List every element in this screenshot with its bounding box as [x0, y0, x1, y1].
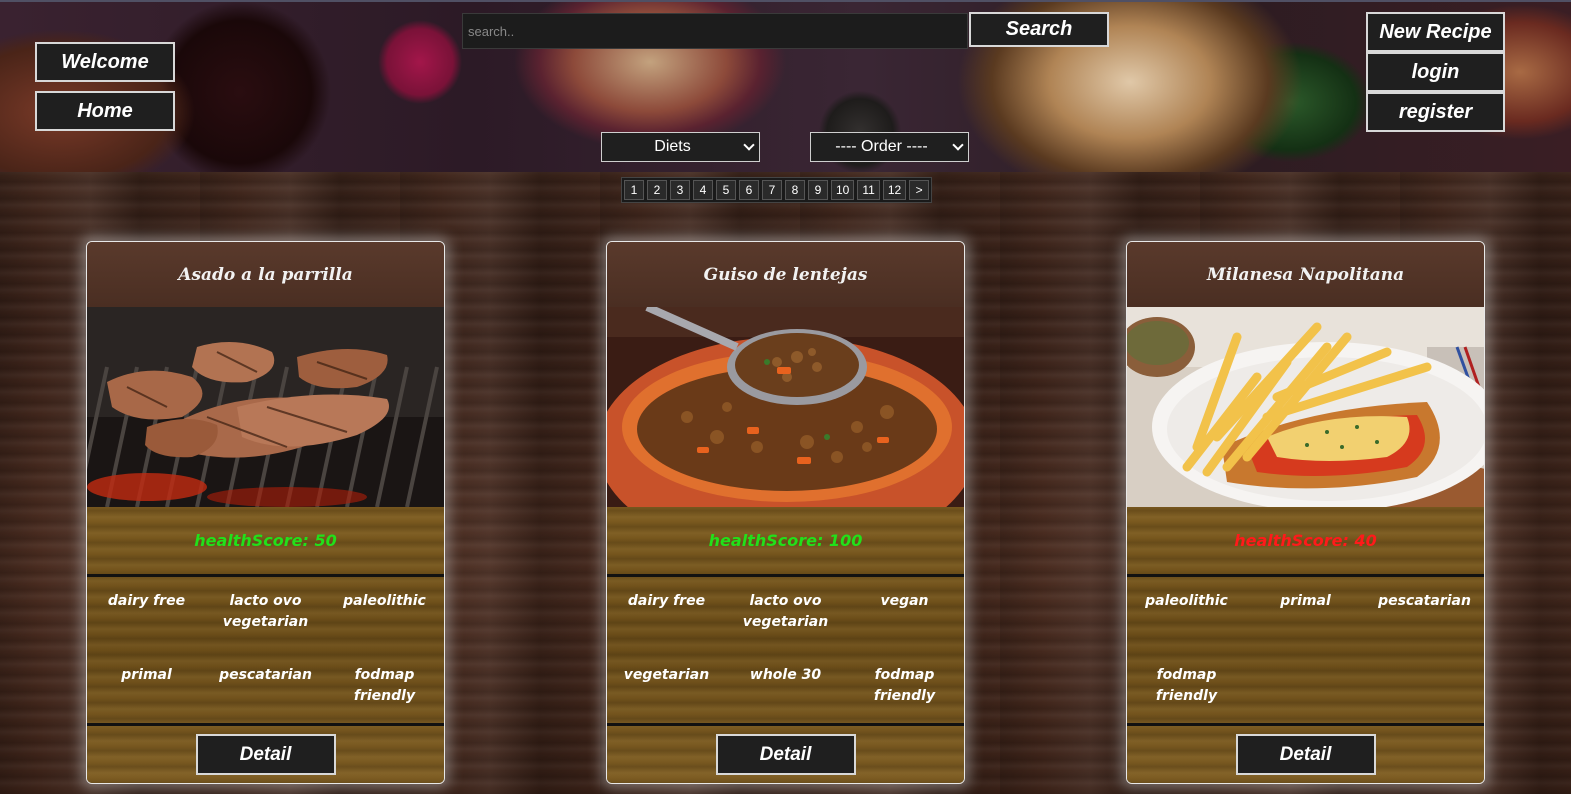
page-button[interactable]: 6 [739, 180, 759, 200]
new-recipe-button[interactable]: New Recipe [1366, 12, 1505, 52]
search-button[interactable]: Search [969, 12, 1109, 47]
chevron-down-icon [952, 139, 964, 151]
diet-tag: fodmap friendly [873, 667, 936, 704]
diet-list: dairy free lacto ovo vegetarian vegan ve… [607, 577, 964, 726]
health-score: healthScore: 40 [1127, 507, 1484, 577]
diet-tag: primal [121, 667, 172, 683]
diet-tag: primal [1280, 593, 1331, 609]
next-page-button[interactable]: > [909, 180, 930, 200]
diet-tag: dairy free [107, 593, 186, 609]
diet-tag: vegetarian [623, 667, 710, 683]
home-button[interactable]: Home [35, 91, 175, 131]
diet-tag: pescatarian [1378, 593, 1471, 609]
milanesa-image [1127, 307, 1484, 507]
page-button[interactable]: 1 [624, 180, 644, 200]
chevron-down-icon [743, 139, 755, 151]
page-button[interactable]: 12 [882, 180, 907, 200]
diet-list: paleolithic primal pescatarian fodmap fr… [1127, 577, 1484, 726]
recipe-card: Milanesa Napolitana healthScore: 40 pale… [1126, 241, 1485, 784]
page-button[interactable]: 3 [670, 180, 690, 200]
detail-button[interactable]: Detail [195, 734, 336, 775]
diet-tag: fodmap friendly [1155, 667, 1218, 704]
diet-tag: lacto ovo vegetarian [742, 593, 829, 630]
welcome-button[interactable]: Welcome [35, 42, 175, 82]
lentil-stew-image [607, 307, 964, 507]
diets-select[interactable]: Diets [601, 132, 760, 162]
diet-tag: paleolithic [343, 593, 426, 609]
grilled-meat-image [87, 307, 444, 507]
register-button[interactable]: register [1366, 92, 1505, 132]
recipe-title: Asado a la parrilla [87, 242, 444, 307]
health-score: healthScore: 100 [607, 507, 964, 577]
page-button[interactable]: 4 [693, 180, 713, 200]
recipe-card: Asado a la parrilla healthScore: 50 dair… [86, 241, 445, 784]
page-button[interactable]: 11 [857, 180, 880, 200]
page-button[interactable]: 8 [785, 180, 805, 200]
order-select-value: ---- Order ---- [835, 138, 928, 155]
diet-tag: dairy free [627, 593, 706, 609]
page-button[interactable]: 7 [762, 180, 782, 200]
recipe-card: Guiso de lentejas healthScore: 100 dairy… [606, 241, 965, 784]
diet-tag: paleolithic [1145, 593, 1228, 609]
recipe-title: Guiso de lentejas [607, 242, 964, 307]
diet-tag: whole 30 [749, 667, 822, 683]
diet-list: dairy free lacto ovo vegetarian paleolit… [87, 577, 444, 726]
detail-button[interactable]: Detail [1235, 734, 1376, 775]
diet-tag: fodmap friendly [353, 667, 416, 704]
health-score: healthScore: 50 [87, 507, 444, 577]
diet-tag: vegan [880, 593, 929, 609]
pagination: 1 2 3 4 5 6 7 8 9 10 11 12 > [621, 177, 933, 203]
login-button[interactable]: login [1366, 52, 1505, 92]
diet-tag: pescatarian [219, 667, 312, 683]
page-button[interactable]: 5 [716, 180, 736, 200]
page-button[interactable]: 2 [647, 180, 667, 200]
page-button[interactable]: 10 [831, 180, 855, 200]
page-button[interactable]: 9 [808, 180, 828, 200]
recipe-title: Milanesa Napolitana [1127, 242, 1484, 307]
detail-button[interactable]: Detail [715, 734, 856, 775]
search-input[interactable]: search.. [462, 13, 968, 49]
diet-tag: lacto ovo vegetarian [222, 593, 309, 630]
diets-select-value: Diets [654, 138, 691, 155]
order-select[interactable]: ---- Order ---- [810, 132, 969, 162]
